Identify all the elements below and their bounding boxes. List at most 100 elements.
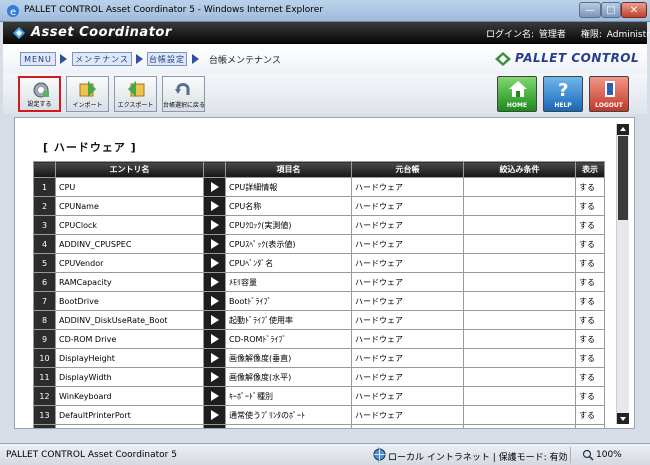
item-name-cell: 通常使うﾌﾟﾘﾝﾀのﾎﾟｰﾄ <box>225 405 352 425</box>
row-arrow-button[interactable] <box>203 405 226 425</box>
row-number: 1 <box>33 177 56 197</box>
filter-cell <box>463 215 576 235</box>
svg-text:e: e <box>10 7 16 18</box>
row-arrow-button[interactable] <box>203 234 226 254</box>
play-arrow-icon <box>210 277 219 287</box>
display-cell <box>575 424 605 428</box>
table-row[interactable]: 12 WinKeyboard ｷｰﾎﾞｰﾄﾞ種別 ハードウェア する <box>33 386 605 406</box>
security-zone[interactable]: ローカル イントラネット | 保護モード: 有効 <box>388 450 568 463</box>
maximize-button[interactable]: □ <box>601 2 621 18</box>
scroll-thumb[interactable] <box>618 136 628 220</box>
item-name-cell: CD-ROMﾄﾞﾗｲﾌﾞ <box>225 329 352 349</box>
logout-button[interactable]: LOGOUT <box>589 76 629 112</box>
import-icon <box>79 81 96 97</box>
table-row[interactable]: 10 DisplayHeight 画像解像度(垂直) ハードウェア する <box>33 348 605 368</box>
row-arrow-button[interactable] <box>203 291 226 311</box>
role-label: 権限: <box>580 30 602 40</box>
table-row[interactable]: 9 CD-ROM Drive CD-ROMﾄﾞﾗｲﾌﾞ ハードウェア する <box>33 329 605 349</box>
item-name-cell: Bootﾄﾞﾗｲﾌﾞ <box>225 291 352 311</box>
scroll-down-button[interactable] <box>617 413 629 424</box>
row-arrow-button[interactable] <box>203 310 226 330</box>
breadcrumb-ledger-settings[interactable]: 台帳設定 <box>147 52 187 66</box>
table-row[interactable]: 6 RAMCapacity ﾒﾓﾘ容量 ハードウェア する <box>33 272 605 292</box>
row-number: 3 <box>33 215 56 235</box>
source-ledger-cell: ハードウェア <box>351 196 464 216</box>
breadcrumb-arrow-icon <box>192 54 199 64</box>
home-button[interactable]: HOME <box>497 76 537 112</box>
back-arrow-icon <box>175 83 190 95</box>
zoom-level[interactable]: 100% <box>596 450 622 460</box>
item-name-cell: CPU名称 <box>225 196 352 216</box>
row-arrow-button[interactable] <box>203 196 226 216</box>
back-to-ledger-button[interactable]: 台帳選択に戻る <box>162 76 205 112</box>
entry-table: エントリ名 項目名 元台帳 絞込み条件 表示 1 CPU CPU詳細情報 ハードウェア… <box>33 161 605 428</box>
table-row[interactable]: 13 DefaultPrinterPort 通常使うﾌﾟﾘﾝﾀのﾎﾟｰﾄ ハードウェア… <box>33 405 605 425</box>
row-arrow-button[interactable] <box>203 177 226 197</box>
help-icon: ? <box>558 80 568 98</box>
filter-cell <box>463 272 576 292</box>
table-row[interactable]: 3 CPUClock CPUｸﾛｯｸ(実測値) ハードウェア する <box>33 215 605 235</box>
table-row[interactable]: 4 ADDINV_CPUSPEC CPUｽﾍﾟｯｸ(表示値) ハードウェア する <box>33 234 605 254</box>
table-row[interactable]: 8 ADDINV_DiskUseRate_Boot 起動ﾄﾞﾗｲﾌﾞ使用率 ハードウェ… <box>33 310 605 330</box>
display-cell: する <box>575 272 605 292</box>
help-label: HELP <box>554 102 572 109</box>
help-button[interactable]: ? HELP <box>543 76 583 112</box>
row-arrow-button[interactable] <box>203 253 226 273</box>
table-row[interactable]: 1 CPU CPU詳細情報 ハードウェア する <box>33 177 605 197</box>
filter-cell <box>463 177 576 197</box>
table-row[interactable]: 2 CPUName CPU名称 ハードウェア する <box>33 196 605 216</box>
row-arrow-button[interactable] <box>203 424 226 428</box>
close-button[interactable]: ✕ <box>621 2 647 18</box>
table-row[interactable]: 5 CPUVendor CPUﾍﾞﾝﾀﾞ名 ハードウェア する <box>33 253 605 273</box>
import-label: インポート <box>72 102 103 109</box>
item-name-cell: 起動ﾄﾞﾗｲﾌﾞ使用率 <box>225 310 352 330</box>
table-row[interactable]: 7 BootDrive Bootﾄﾞﾗｲﾌﾞ ハードウェア する <box>33 291 605 311</box>
entry-name-cell: DisplayHeight <box>55 348 204 368</box>
entry-name-cell: DisplayWidth <box>55 367 204 387</box>
export-button[interactable]: エクスポート <box>114 76 157 112</box>
vertical-scrollbar[interactable] <box>616 124 629 424</box>
header-entry-name: エントリ名 <box>55 161 204 178</box>
minimize-button[interactable]: — <box>579 2 601 18</box>
row-arrow-button[interactable] <box>203 272 226 292</box>
row-arrow-button[interactable] <box>203 215 226 235</box>
logout-label: LOGOUT <box>595 102 623 109</box>
row-arrow-button[interactable] <box>203 367 226 387</box>
table-row[interactable] <box>33 424 605 428</box>
row-number: 6 <box>33 272 56 292</box>
logout-door-icon <box>605 81 615 97</box>
breadcrumb-menu[interactable]: MENU <box>20 52 56 66</box>
entry-name-cell: CPUName <box>55 196 204 216</box>
play-arrow-icon <box>210 220 219 230</box>
play-arrow-icon <box>210 391 219 401</box>
source-ledger-cell: ハードウェア <box>351 310 464 330</box>
row-number: 10 <box>33 348 56 368</box>
source-ledger-cell: ハードウェア <box>351 386 464 406</box>
play-arrow-icon <box>210 410 219 420</box>
section-title: [ ハードウェア ] <box>43 141 137 154</box>
breadcrumb-arrow-icon <box>60 54 67 64</box>
status-bar: PALLET CONTROL Asset Coordinator 5 ローカル … <box>0 443 650 465</box>
table-row[interactable]: 11 DisplayWidth 画像解像度(水平) ハードウェア する <box>33 367 605 387</box>
entry-name-cell: RAMCapacity <box>55 272 204 292</box>
row-arrow-button[interactable] <box>203 386 226 406</box>
row-arrow-button[interactable] <box>203 329 226 349</box>
filter-cell <box>463 348 576 368</box>
display-cell: する <box>575 253 605 273</box>
header-item-name: 項目名 <box>225 161 352 178</box>
row-arrow-button[interactable] <box>203 348 226 368</box>
import-button[interactable]: インポート <box>66 76 109 112</box>
breadcrumb-maintenance[interactable]: メンテナンス <box>72 52 132 66</box>
settings-button[interactable]: 設定する <box>18 76 61 112</box>
header-arrow <box>203 161 226 178</box>
zoom-icon <box>582 449 594 461</box>
globe-icon <box>373 448 386 461</box>
row-number: 12 <box>33 386 56 406</box>
play-arrow-icon <box>210 258 219 268</box>
source-ledger-cell: ハードウェア <box>351 329 464 349</box>
login-info: ログイン名: 管理者 権限: Administrator <box>486 27 650 40</box>
scroll-up-button[interactable] <box>617 124 629 135</box>
status-text: PALLET CONTROL Asset Coordinator 5 <box>6 450 177 460</box>
svg-text:?: ? <box>558 80 568 98</box>
breadcrumb-arrow-icon <box>136 54 143 64</box>
